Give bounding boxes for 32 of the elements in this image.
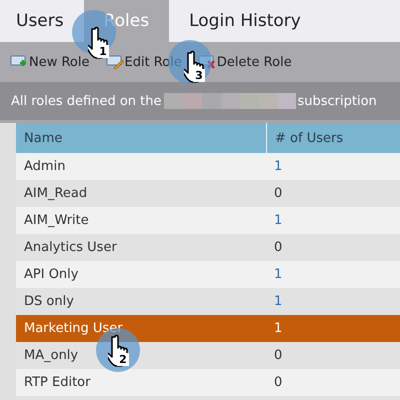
- edit-card-icon: [106, 55, 124, 69]
- role-name: RTP Editor: [24, 375, 90, 390]
- table-row[interactable]: RTP Editor 0: [16, 369, 400, 396]
- info-text: All roles defined on the: [11, 94, 162, 108]
- role-name: Analytics User: [24, 240, 117, 255]
- role-name: API Only: [24, 267, 78, 282]
- user-count: 0: [274, 240, 282, 255]
- user-count[interactable]: 1: [274, 159, 282, 174]
- table-row[interactable]: AIM_Write 1: [16, 207, 400, 234]
- add-card-icon: [10, 55, 28, 69]
- user-count: 0: [274, 348, 282, 363]
- step-number: 3: [193, 69, 205, 82]
- step-number: 1: [97, 45, 109, 58]
- user-count[interactable]: 1: [274, 267, 282, 282]
- user-count[interactable]: 1: [274, 213, 282, 228]
- user-count: 0: [274, 186, 282, 201]
- role-name: DS only: [24, 294, 74, 309]
- step-number: 2: [117, 353, 129, 366]
- user-count: 1: [274, 321, 282, 336]
- table-row[interactable]: Admin 1: [16, 153, 400, 180]
- role-name: MA_only: [24, 348, 78, 363]
- info-text: subscription: [298, 94, 377, 108]
- role-name: AIM_Write: [24, 213, 89, 228]
- tab[interactable]: Users: [8, 0, 72, 42]
- new-role-button[interactable]: New Role: [10, 54, 90, 70]
- column-header[interactable]: Name: [16, 123, 266, 153]
- tab[interactable]: Login History: [181, 0, 309, 42]
- role-name: AIM_Read: [24, 186, 88, 201]
- role-name: Admin: [24, 159, 66, 174]
- user-count: 0: [274, 375, 282, 390]
- user-count[interactable]: 1: [274, 294, 282, 309]
- table-row[interactable]: API Only 1: [16, 261, 400, 288]
